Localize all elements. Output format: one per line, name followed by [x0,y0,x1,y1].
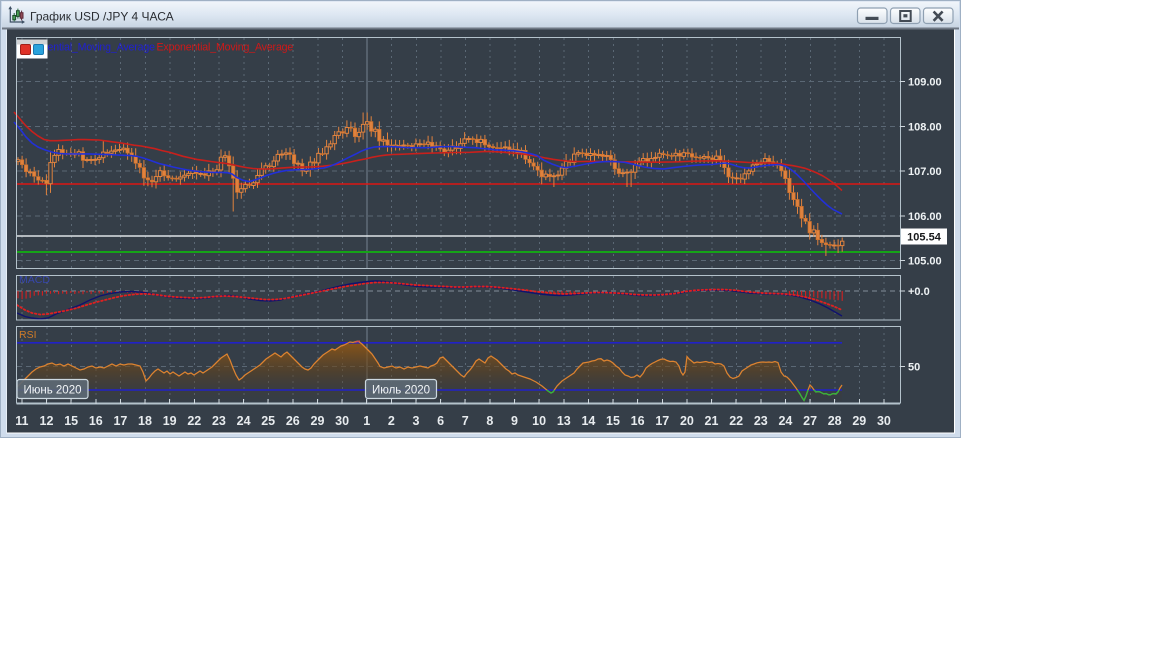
svg-text:15: 15 [606,414,620,428]
svg-text:22: 22 [187,414,201,428]
svg-text:26: 26 [286,414,300,428]
svg-text:29: 29 [311,414,325,428]
svg-text:22: 22 [729,414,743,428]
svg-text:Июнь 2020: Июнь 2020 [23,385,81,397]
svg-text:График USD /JPY 4 ЧАСА: График USD /JPY 4 ЧАСА [30,10,174,24]
svg-text:105.54: 105.54 [907,232,942,244]
svg-text:12: 12 [40,414,54,428]
svg-text:19: 19 [163,414,177,428]
svg-text:17: 17 [655,414,669,428]
svg-text:29: 29 [852,414,866,428]
svg-text:RSI: RSI [19,329,37,341]
svg-text:23: 23 [212,414,226,428]
svg-text:106.00: 106.00 [908,211,942,223]
svg-text:20: 20 [680,414,694,428]
svg-text:15: 15 [64,414,78,428]
svg-text:105.00: 105.00 [908,256,942,268]
svg-text:23: 23 [754,414,768,428]
svg-text:24: 24 [237,414,251,428]
svg-text:14: 14 [581,414,595,428]
svg-text:16: 16 [631,414,645,428]
svg-text:18: 18 [138,414,152,428]
svg-text:30: 30 [335,414,349,428]
svg-text:8: 8 [486,414,493,428]
svg-text:17: 17 [113,414,127,428]
svg-text:13: 13 [557,414,571,428]
svg-text:9: 9 [511,414,518,428]
svg-text:1: 1 [363,414,370,428]
svg-text:109.00: 109.00 [908,77,942,89]
svg-text:3: 3 [413,414,420,428]
svg-text:+0.0: +0.0 [908,286,930,298]
svg-text:6: 6 [437,414,444,428]
svg-text:27: 27 [803,414,817,428]
svg-text:7: 7 [462,414,469,428]
svg-text:Июль 2020: Июль 2020 [372,385,430,397]
svg-text:21: 21 [705,414,719,428]
svg-text:10: 10 [532,414,546,428]
svg-text:25: 25 [261,414,275,428]
svg-text:107.00: 107.00 [908,166,942,178]
svg-text:Exponential_Moving_Average: Exponential_Moving_Average [157,42,294,54]
svg-text:50: 50 [908,361,920,373]
svg-text:28: 28 [828,414,842,428]
svg-text:24: 24 [778,414,792,428]
svg-text:30: 30 [877,414,891,428]
svg-text:16: 16 [89,414,103,428]
svg-text:2: 2 [388,414,395,428]
svg-text:108.00: 108.00 [908,121,942,133]
svg-text:ential_Moving_Average: ential_Moving_Average [48,42,156,54]
svg-text:11: 11 [15,414,28,428]
